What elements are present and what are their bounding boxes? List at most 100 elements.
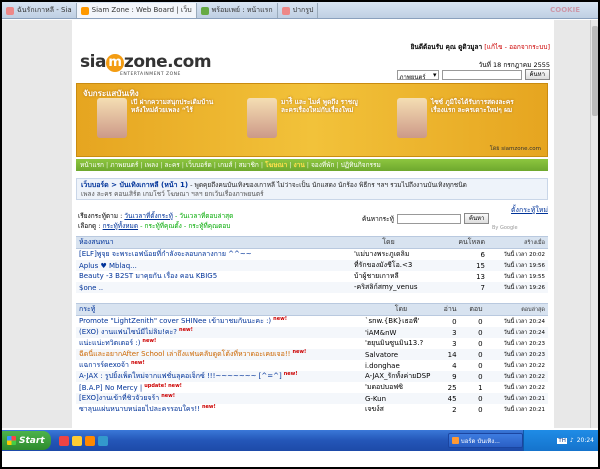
filter-all[interactable]: กระทู้ทั้งหมด [103,222,138,230]
thread-reply-count: 0 [478,339,483,348]
table-row[interactable]: [EXO]งานเข้าที่ชิวจัวยจร้า new! G-Kun 45 0 วั… [76,393,548,404]
browser-tab[interactable]: ปากรูป [278,3,319,18]
thread-author[interactable]: i.donghae [362,360,440,371]
table-row[interactable]: Aplus ♥ Mblaq... ที่รักของมังชีโอ.<3 15 … [76,260,548,271]
table-row[interactable]: [ELF]พูจุย จะพระเอฟน้อยที่กำลังจะลอบกลาง… [76,249,548,261]
table-row[interactable]: [B.A.P] No Mercy | update! new! 'มดอปบอฟซิ… [76,382,548,393]
thread-search-input[interactable] [396,213,461,224]
thread-title[interactable]: แฉการร์ดexoจ้า new! [76,360,362,371]
volume-icon[interactable]: ♪ [570,437,574,444]
banner-item[interactable]: ไซซ์ ภูมิใจได้รับการสดงละคร เรื่องแรก ละ… [397,98,523,138]
new-badge: new! [283,371,298,377]
thread-title[interactable]: ฉีดนี่และอยากAfter School เล่าถึงแฟนคลับ… [76,349,362,360]
thread-reply-count: 0 [459,349,486,360]
thread-author[interactable]: บ้าผู้ชายเกาหลี [351,271,426,282]
page-viewport: ยินดีต้อนรับ คุณ ดูดิวมูลา [แก้ไข - ออกจ… [2,20,590,428]
nav-separator: | [260,161,264,169]
thread-author[interactable]: 'แม่บางพระภูเดลิม [351,249,426,261]
user-links[interactable]: [แก้ไข - ออกจากระบบ] [484,43,550,51]
favicon-icon [6,6,14,15]
header-search-input[interactable] [441,69,522,80]
thread-title[interactable]: [B.A.P] No Mercy | update! new! [76,382,362,393]
thread-title[interactable]: Beauty -3 B2ST มาคุยกัน เรื่อง คอน KBIG5 [76,271,351,282]
thread-author[interactable]: เจขง์ส [362,404,440,415]
nav-movies[interactable]: ภาพยนตร์ [108,160,140,170]
thread-author[interactable]: A-JAX_รักทั้งค่ายDSP [361,371,440,382]
thread-title[interactable]: (EXO) งานแฟนไซน์มีไม่ลิม!คะ? new! [76,327,362,338]
scrollbar-thumb[interactable] [592,26,598,116]
column-header: โดย [351,236,426,249]
thread-title[interactable]: [ELF]พูจุย จะพระเอฟน้อยที่กำลังจะลอบกลาง… [76,249,351,261]
thread-rows: Promote "LightZenith" cover SHINee เข้าม… [76,316,548,416]
thread-title[interactable]: A-JAX : รูปยิ้งเพ็ดใหม่จากแฟชั่นลุคอเจ็ก… [76,371,362,382]
thread-author[interactable]: Salvatore [361,349,440,360]
table-row[interactable]: ฉีดนี่และอยากAfter School เล่าถึงแฟนคลับ… [76,349,548,360]
nav-drama[interactable]: ละคร [162,160,181,170]
table-row[interactable]: แฉการร์ดexoจ้า new! i.donghae 4 0 วันนี้ เวลา… [76,360,548,371]
filter-replied[interactable]: - กระทู้ที่คุณตอบ [184,222,231,230]
banner-item[interactable]: มาร์ี และ ไมค์ พูดถึง ราชญู ละครเรื่องให… [247,98,373,138]
thread-time: วันนี้ เวลา 19:26 [488,282,548,293]
language-indicator[interactable]: TH [557,437,567,444]
nav-jobs[interactable]: งาน [292,160,307,170]
site-logo[interactable]: sia m zone.com [80,52,212,72]
browser-icon[interactable] [58,435,69,446]
thread-author[interactable]: 'มดอปบอฟซิ [362,382,440,393]
thread-time: วันนี้ เวลา 19:56 [488,260,548,271]
table-row[interactable]: แน่ะแน่ะทวิตเตอร์ :) new! 'ฮยุนมินซูนมิน13… [76,338,548,349]
thread-read-count: 0 [452,317,457,326]
nav-home[interactable]: หน้าแรก [78,160,106,170]
nav-games[interactable]: เกมส์ [216,160,234,170]
nav-members[interactable]: สมาชิก [237,160,261,170]
table-row[interactable]: (EXO) งานแฟนไซน์มีไม่ลิม!คะ? new!'iAM&nW 3… [76,327,548,338]
thread-reply-count: 1 [478,383,483,392]
vertical-scrollbar[interactable] [590,20,598,428]
table-row[interactable]: Promote "LightZenith" cover SHINee เข้าม… [76,316,548,328]
table-row[interactable]: $one .. -คริสลิก์สmy_venus 7 วันนี้ เวลา… [76,282,548,293]
nav-hotels[interactable]: จองที่พัก [309,160,336,170]
clock[interactable]: 20:24 [577,437,594,444]
thread-title[interactable]: Aplus ♥ Mblaq... [76,260,351,271]
thread-title[interactable]: $one .. [76,282,351,293]
new-thread-link[interactable]: ตั้งกระทู้ใหม่ [511,205,548,216]
nav-music[interactable]: เพลง [143,160,161,170]
thread-title[interactable]: Promote "LightZenith" cover SHINee เข้าม… [76,316,362,328]
thread-author[interactable]: 'iAM&nW [361,327,440,338]
banner-credit: โดย siamzone.com [489,146,541,152]
sort-by-last-reply[interactable]: - วันเวลาที่ตอบล่าสุด [175,212,233,220]
column-header: โดย [361,303,440,316]
table-row[interactable]: ซาลุนแผ่นหนาบหน่อยไปละครรอบใคร!! new! เจขง… [76,404,548,415]
thread-title-text: แน่ะแน่ะทวิตเตอร์ :) [79,339,141,347]
banner-item[interactable]: เป๊ ฝากความสนุกประเดิมบ้าน หลังใหม่ด้วยเ… [97,98,223,138]
filter-mine[interactable]: - กระทู้ที่คุณตั้ง [140,222,182,230]
thread-author[interactable]: ที่รักของมังชีโอ.<3 [351,260,426,271]
thread-author[interactable]: `snw.{BK}เธอพี' [362,316,440,328]
table-row[interactable]: A-JAX : รูปยิ้งเพ็ดใหม่จากแฟชั่นลุคอเจ็ก… [76,371,548,382]
thread-title[interactable]: แน่ะแน่ะทวิตเตอร์ :) new! [76,338,362,349]
thread-title[interactable]: ซาลุนแผ่นหนาบหน่อยไปละครรอบใคร!! new! [76,404,362,415]
thread-author[interactable]: G-Kun [361,393,440,404]
celeb-photo [247,98,277,138]
thread-title[interactable]: [EXO]งานเข้าที่ชิวจัวยจร้า new! [76,393,362,404]
browser-tab[interactable]: พร้อมเพย์ : หน้าแรก [197,3,278,18]
nav-webboard[interactable]: เว็บบอร์ด [184,160,214,170]
thread-search-button[interactable]: ค้นหา [463,213,490,224]
thread-author[interactable]: -คริสลิก์สmy_venus [351,282,426,293]
browser-logo: COOKIE [550,6,580,14]
start-button[interactable]: Start [2,431,51,450]
browser-tab-active[interactable]: Siam Zone : Web Board | เว็บ [76,3,197,18]
taskbar-window-button[interactable]: บอร์ด บันเทิง... [447,433,523,448]
sort-by-created[interactable]: วันเวลาที่ตั้งกระทู้ [124,212,172,220]
firefox-icon[interactable] [84,435,95,446]
thread-time: วันนี้ เวลา 20:02 [503,251,545,258]
thread-author[interactable]: 'ฮยุนมินซูนมิน13.? [362,338,440,349]
nav-calendar[interactable]: ปฏิทินกิจกรรม [339,160,383,170]
folder-icon[interactable] [71,435,82,446]
media-icon[interactable] [97,435,108,446]
header-search-button[interactable]: ค้นหา [524,69,550,80]
main-nav: หน้าแรก | ภาพยนตร์ | เพลง | ละคร | เว็บบอร์ด… [76,159,548,171]
nav-ads[interactable]: โฆษณา [263,160,289,170]
search-category-select[interactable]: ภาพยนตร์ [396,69,439,81]
table-row[interactable]: Beauty -3 B2ST มาคุยกัน เรื่อง คอน KBIG5… [76,271,548,282]
browser-tab[interactable]: ฉันรักเกาหลี - Sia [2,3,77,18]
